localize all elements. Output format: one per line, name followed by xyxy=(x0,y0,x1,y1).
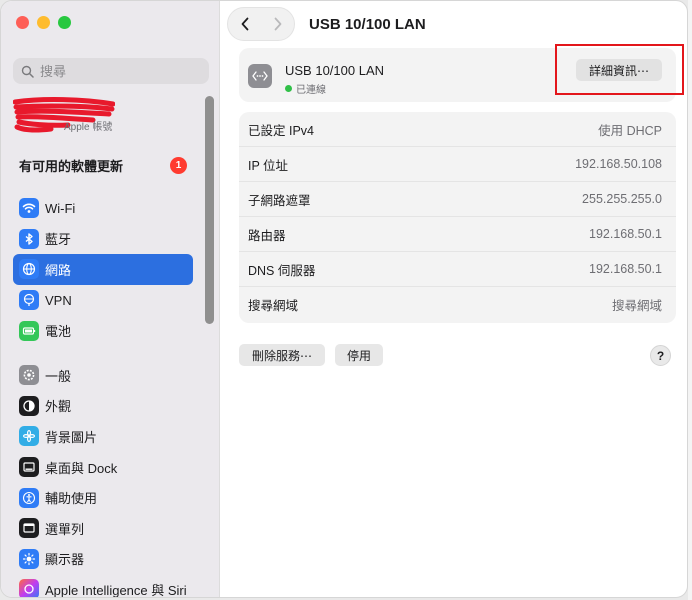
software-update-row[interactable]: 有可用的軟體更新 1 xyxy=(13,151,193,179)
sidebar-item-appearance[interactable]: 外觀 xyxy=(13,391,193,422)
info-row-router: 路由器 192.168.50.1 xyxy=(239,217,676,252)
dock-icon xyxy=(19,457,39,478)
sidebar-item-displays[interactable]: 顯示器 xyxy=(13,544,193,575)
back-button[interactable] xyxy=(228,7,261,41)
gear-icon xyxy=(19,365,39,386)
sidebar-item-accessibility[interactable]: 輔助使用 xyxy=(13,482,193,513)
info-row-ipv4: 已設定 IPv4 使用 DHCP xyxy=(239,112,676,147)
globe-icon xyxy=(19,259,39,280)
sidebar-item-label: VPN xyxy=(45,292,72,308)
service-status: 已連線 xyxy=(285,81,326,96)
sidebar-item-menubar[interactable]: 選單列 xyxy=(13,513,193,544)
sidebar-item-vpn[interactable]: VPN xyxy=(13,285,193,316)
apple-account-label[interactable]: Apple 帳號 xyxy=(64,118,112,133)
sidebar-item-label: 藍牙 xyxy=(45,232,72,248)
status-dot-icon xyxy=(285,85,292,92)
battery-icon xyxy=(19,320,39,341)
ethernet-icon xyxy=(248,64,272,88)
navigation-buttons xyxy=(227,7,295,41)
bluetooth-icon xyxy=(19,228,39,249)
sidebar-item-label: 外觀 xyxy=(45,399,72,415)
search-input[interactable] xyxy=(40,63,190,79)
sidebar-item-label: Wi-Fi xyxy=(45,200,76,216)
sidebar-item-general[interactable]: 一般 xyxy=(13,360,193,391)
sidebar: Apple 帳號 有可用的軟體更新 1 Wi-Fi 藍牙 網路 VPN xyxy=(1,1,220,597)
sidebar-item-label: 一般 xyxy=(45,368,72,384)
sidebar-item-wallpaper[interactable]: 背景圖片 xyxy=(13,421,193,452)
display-icon xyxy=(19,548,39,569)
forward-button[interactable] xyxy=(261,7,294,41)
page-title: USB 10/100 LAN xyxy=(309,15,426,33)
wallpaper-icon xyxy=(19,426,39,447)
wifi-icon xyxy=(19,198,39,219)
sidebar-item-bluetooth[interactable]: 藍牙 xyxy=(13,224,193,255)
sidebar-group-system: 一般 外觀 背景圖片 桌面與 Dock 輔助使用 選單列 顯示器 Apple I… xyxy=(13,360,193,598)
chevron-right-icon xyxy=(274,17,281,31)
info-row-search-domains: 搜尋網域 搜尋網域 xyxy=(248,299,662,313)
sidebar-item-battery[interactable]: 電池 xyxy=(13,315,193,346)
sidebar-item-label: 輔助使用 xyxy=(45,491,98,507)
toolbar: USB 10/100 LAN xyxy=(227,7,426,41)
disable-button[interactable]: 停用 xyxy=(335,344,383,366)
background-edge xyxy=(688,0,692,600)
sidebar-item-desktop-dock[interactable]: 桌面與 Dock xyxy=(13,452,193,483)
accessibility-icon xyxy=(19,487,39,508)
info-row-ip-address: IP 位址 192.168.50.108 xyxy=(239,147,676,182)
appearance-icon xyxy=(19,395,39,416)
menubar-icon xyxy=(19,518,39,539)
search-field[interactable] xyxy=(13,58,209,84)
vpn-icon xyxy=(19,290,39,311)
highlight-annotation-box xyxy=(555,44,684,95)
sidebar-item-label: 背景圖片 xyxy=(45,429,98,445)
sidebar-group-connectivity: Wi-Fi 藍牙 網路 VPN 電池 xyxy=(13,193,193,346)
settings-window: Apple 帳號 有可用的軟體更新 1 Wi-Fi 藍牙 網路 VPN xyxy=(0,0,688,598)
service-name: USB 10/100 LAN xyxy=(285,63,385,78)
sidebar-item-label: 電池 xyxy=(45,324,72,340)
siri-icon xyxy=(19,579,39,597)
sidebar-item-label: Apple Intelligence 與 Siri xyxy=(45,582,187,598)
sidebar-item-label: 顯示器 xyxy=(45,552,85,568)
sidebar-scrollbar[interactable] xyxy=(205,96,214,324)
sidebar-item-label: 選單列 xyxy=(45,521,85,537)
delete-service-button[interactable]: 刪除服務⋯ xyxy=(239,344,325,366)
close-button[interactable] xyxy=(16,16,29,29)
sidebar-item-wifi[interactable]: Wi-Fi xyxy=(13,193,193,224)
software-update-label: 有可用的軟體更新 xyxy=(19,158,124,174)
network-info-card: 已設定 IPv4 使用 DHCP IP 位址 192.168.50.108 子網路遮… xyxy=(239,112,676,323)
update-count-badge: 1 xyxy=(170,156,187,174)
sidebar-item-siri[interactable]: Apple Intelligence 與 Siri xyxy=(13,574,193,598)
info-row-subnet-mask: 子網路遮罩 255.255.255.0 xyxy=(239,182,676,217)
status-text: 已連線 xyxy=(296,85,326,96)
window-controls xyxy=(16,16,71,29)
sidebar-item-network[interactable]: 網路 xyxy=(13,254,193,285)
help-button[interactable]: ? xyxy=(650,345,671,366)
chevron-left-icon xyxy=(241,17,248,31)
minimize-button[interactable] xyxy=(37,16,50,29)
search-icon xyxy=(21,65,34,78)
sidebar-item-label: 網路 xyxy=(45,262,72,278)
zoom-button[interactable] xyxy=(58,16,71,29)
sidebar-item-label: 桌面與 Dock xyxy=(45,460,118,476)
info-row-dns: DNS 伺服器 192.168.50.1 xyxy=(239,252,676,287)
